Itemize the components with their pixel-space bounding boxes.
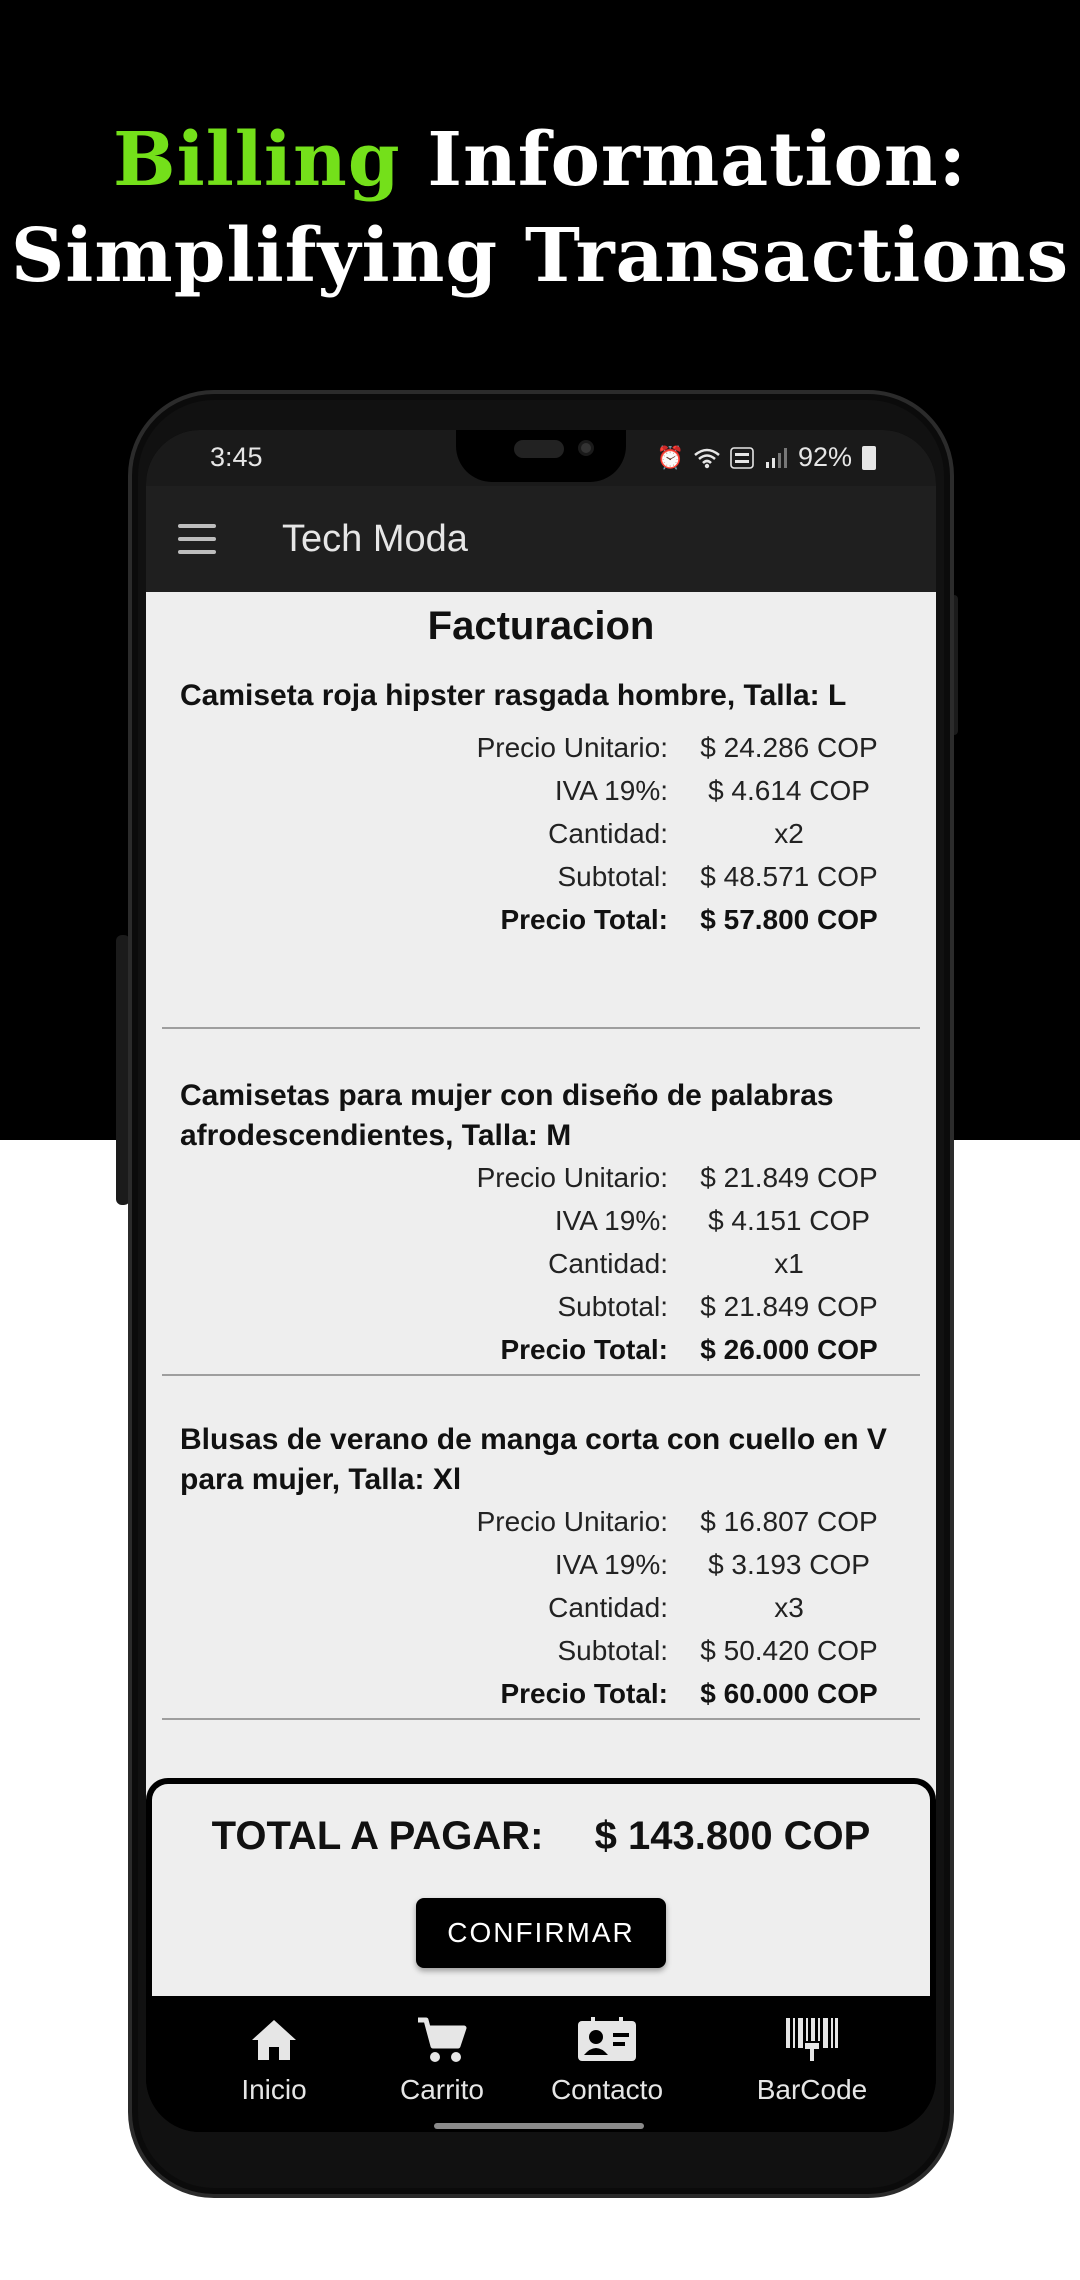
status-icons: ⏰ 92% bbox=[657, 442, 876, 473]
battery-icon bbox=[862, 445, 876, 470]
quantity-value: x3 bbox=[774, 1591, 804, 1623]
iva-value: $ 3.193 COP bbox=[708, 1548, 870, 1580]
item-name: Blusas de verano de manga corta con cuel… bbox=[180, 1423, 887, 1496]
headline-accent: Billing bbox=[113, 117, 401, 203]
billing-item: Blusas de verano de manga corta con cuel… bbox=[162, 1420, 920, 1720]
total-label: Precio Total: bbox=[500, 1677, 668, 1709]
gesture-home-bar[interactable] bbox=[434, 2123, 644, 2129]
grand-total-amount: $ 143.800 COP bbox=[594, 1814, 871, 1858]
item-name: Camisetas para mujer con diseño de palab… bbox=[180, 1079, 834, 1152]
bottom-nav: Inicio Carrito Contacto BarCode bbox=[146, 1996, 936, 2132]
iva-label: IVA 19%: bbox=[554, 1204, 668, 1236]
unit-price-label: Precio Unitario: bbox=[476, 1505, 668, 1537]
quantity-value: x2 bbox=[774, 817, 804, 849]
page-title: Facturacion bbox=[427, 604, 655, 648]
grand-total-label: TOTAL A PAGAR: bbox=[211, 1814, 544, 1858]
phone-screen: 3:45 ⏰ 92% Tech Moda Facturacion Camiset… bbox=[146, 430, 936, 2132]
grand-total: TOTAL A PAGAR: $ 143.800 COP bbox=[152, 1814, 930, 1859]
quantity-row: Cantidad: x1 bbox=[162, 1242, 920, 1285]
iva-row: IVA 19%: $ 3.193 COP bbox=[162, 1543, 920, 1586]
total-row: Precio Total: $ 26.000 COP bbox=[162, 1328, 920, 1371]
billing-content[interactable]: Facturacion Camiseta roja hipster rasgad… bbox=[146, 592, 936, 1838]
total-panel: TOTAL A PAGAR: $ 143.800 COP CONFIRMAR bbox=[146, 1778, 936, 1996]
iva-label: IVA 19%: bbox=[554, 774, 668, 806]
home-icon bbox=[184, 2014, 364, 2066]
barcode-icon bbox=[712, 2014, 912, 2066]
alarm-icon: ⏰ bbox=[656, 444, 684, 470]
unit-price-row: Precio Unitario: $ 24.286 COP bbox=[162, 726, 920, 769]
earpiece bbox=[514, 440, 564, 458]
quantity-value: x1 bbox=[774, 1247, 804, 1279]
nav-item-inicio[interactable]: Inicio bbox=[184, 2014, 364, 2106]
billing-item: Camiseta roja hipster rasgada hombre, Ta… bbox=[162, 676, 920, 1029]
cart-icon bbox=[352, 2014, 532, 2066]
promo-headline: Billing Information: Simplifying Transac… bbox=[0, 112, 1080, 304]
wifi-icon bbox=[694, 448, 720, 468]
total-label: Precio Total: bbox=[500, 1333, 668, 1365]
quantity-label: Cantidad: bbox=[548, 817, 668, 849]
headline-line-1: Billing Information: bbox=[0, 112, 1080, 208]
contact-card-icon bbox=[517, 2014, 697, 2066]
total-label: Precio Total: bbox=[500, 903, 668, 935]
unit-price-label: Precio Unitario: bbox=[476, 1161, 668, 1193]
total-value: $ 57.800 COP bbox=[700, 903, 878, 935]
status-time: 3:45 bbox=[210, 442, 263, 472]
nav-label: Carrito bbox=[399, 2074, 484, 2105]
camera-notch bbox=[456, 430, 626, 482]
subtotal-label: Subtotal: bbox=[557, 860, 668, 892]
iva-row: IVA 19%: $ 4.614 COP bbox=[162, 769, 920, 812]
iva-value: $ 4.151 COP bbox=[708, 1204, 870, 1236]
subtotal-label: Subtotal: bbox=[557, 1634, 668, 1666]
unit-price-row: Precio Unitario: $ 16.807 COP bbox=[162, 1500, 920, 1543]
quantity-label: Cantidad: bbox=[548, 1591, 668, 1623]
quantity-row: Cantidad: x3 bbox=[162, 1586, 920, 1629]
iva-label: IVA 19%: bbox=[554, 1548, 668, 1580]
subtotal-value: $ 21.849 COP bbox=[700, 1290, 878, 1322]
quantity-label: Cantidad: bbox=[548, 1247, 668, 1279]
total-value: $ 26.000 COP bbox=[700, 1333, 878, 1365]
confirm-button[interactable]: CONFIRMAR bbox=[416, 1898, 666, 1968]
iva-value: $ 4.614 COP bbox=[708, 774, 870, 806]
unit-price-value: $ 24.286 COP bbox=[700, 731, 878, 763]
subtotal-row: Subtotal: $ 48.571 COP bbox=[162, 855, 920, 898]
unit-price-value: $ 21.849 COP bbox=[700, 1161, 878, 1193]
item-name: Camiseta roja hipster rasgada hombre, Ta… bbox=[180, 679, 847, 712]
subtotal-value: $ 48.571 COP bbox=[700, 860, 878, 892]
nav-label: BarCode bbox=[756, 2074, 868, 2105]
signal-icon bbox=[765, 447, 787, 468]
volte-icon bbox=[730, 446, 754, 469]
nav-item-carrito[interactable]: Carrito bbox=[352, 2014, 532, 2106]
unit-price-value: $ 16.807 COP bbox=[700, 1505, 878, 1537]
status-bar: 3:45 ⏰ 92% bbox=[146, 430, 936, 486]
headline-line-2: Simplifying Transactions bbox=[10, 213, 1070, 299]
total-value: $ 60.000 COP bbox=[700, 1677, 878, 1709]
quantity-row: Cantidad: x2 bbox=[162, 812, 920, 855]
nav-item-barcode[interactable]: BarCode bbox=[712, 2014, 912, 2106]
unit-price-row: Precio Unitario: $ 21.849 COP bbox=[162, 1156, 920, 1199]
total-row: Precio Total: $ 60.000 COP bbox=[162, 1672, 920, 1715]
nav-label: Inicio bbox=[241, 2074, 307, 2105]
total-row: Precio Total: $ 57.800 COP bbox=[162, 898, 920, 941]
iva-row: IVA 19%: $ 4.151 COP bbox=[162, 1199, 920, 1242]
nav-label: Contacto bbox=[550, 2074, 664, 2105]
billing-item: Camisetas para mujer con diseño de palab… bbox=[162, 1076, 920, 1376]
subtotal-label: Subtotal: bbox=[557, 1290, 668, 1322]
headline-line-1-rest: Information: bbox=[427, 117, 967, 203]
subtotal-row: Subtotal: $ 50.420 COP bbox=[162, 1629, 920, 1672]
battery-percent: 92% bbox=[797, 442, 852, 472]
subtotal-row: Subtotal: $ 21.849 COP bbox=[162, 1285, 920, 1328]
hamburger-menu-icon[interactable] bbox=[178, 524, 216, 554]
app-bar: Tech Moda bbox=[146, 486, 936, 592]
subtotal-value: $ 50.420 COP bbox=[700, 1634, 878, 1666]
front-camera bbox=[578, 440, 594, 456]
unit-price-label: Precio Unitario: bbox=[476, 731, 668, 763]
nav-item-contacto[interactable]: Contacto bbox=[517, 2014, 697, 2106]
app-title: Tech Moda bbox=[282, 518, 468, 560]
